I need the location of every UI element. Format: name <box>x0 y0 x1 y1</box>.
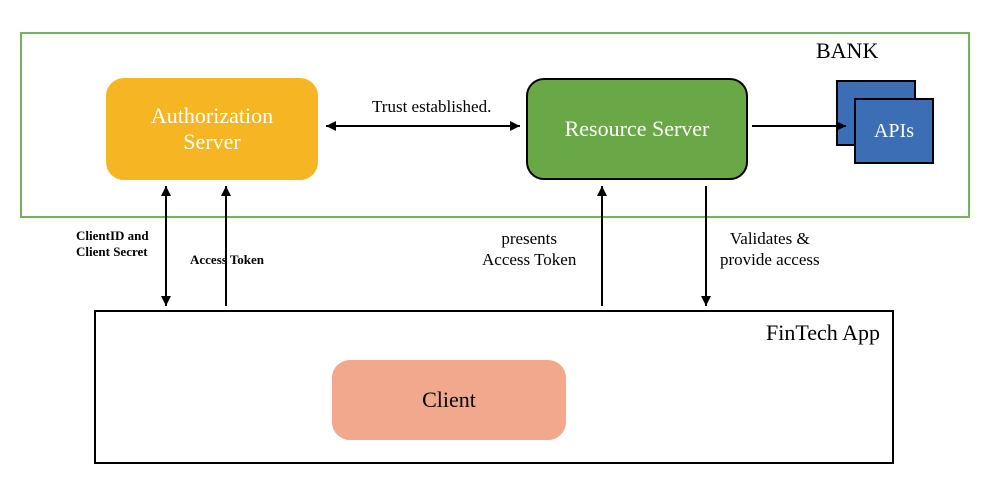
resource-server-node: Resource Server <box>526 78 748 180</box>
label-presents: presents Access Token <box>482 228 576 271</box>
label-validates: Validates & provide access <box>720 228 820 271</box>
label-clientid: ClientID and Client Secret <box>76 228 149 261</box>
client-node: Client <box>332 360 566 440</box>
label-accesstoken: Access Token <box>190 252 264 268</box>
diagram-canvas: BANK Authorization Server Resource Serve… <box>0 0 991 500</box>
apis-label: APIs <box>874 120 914 143</box>
fintech-label: FinTech App <box>766 320 880 346</box>
client-label: Client <box>422 387 476 413</box>
resource-server-label: Resource Server <box>565 116 710 142</box>
label-trust: Trust established. <box>372 96 491 117</box>
authorization-server-node: Authorization Server <box>106 78 318 180</box>
bank-label: BANK <box>816 38 878 64</box>
api-box-front: APIs <box>854 98 934 164</box>
authorization-server-label: Authorization Server <box>151 103 273 156</box>
apis-node: APIs <box>836 80 936 172</box>
